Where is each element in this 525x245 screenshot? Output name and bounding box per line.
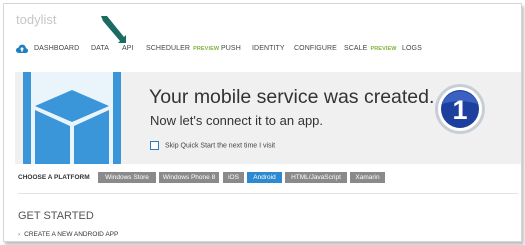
platform-label: CHOOSE A PLATFORM [18,174,90,181]
mobile-phone-illustration [23,72,121,164]
top-nav: DASHBOARD DATA API SCHEDULER PREVIEW PUSH… [4,40,521,60]
nav-configure[interactable]: CONFIGURE [294,45,337,52]
nav-logs[interactable]: LOGS [402,45,422,52]
preview-badge: PREVIEW [370,46,397,52]
platform-html-javascript[interactable]: HTML/JavaScript [285,172,347,183]
skip-label: Skip Quick Start the next time I visit [165,142,276,150]
skip-checkbox[interactable] [150,141,159,150]
step-number-badge: 1 [435,84,485,134]
section-divider [18,193,518,194]
create-android-app-link[interactable]: › CREATE A NEW ANDROID APP [18,231,118,238]
nav-scale[interactable]: SCALE PREVIEW [344,45,397,52]
nav-scheduler[interactable]: SCHEDULER PREVIEW [146,45,219,52]
chevron-right-icon: › [18,231,21,238]
nav-push[interactable]: PUSH [221,45,241,52]
platform-ios[interactable]: iOS [223,172,244,183]
platform-android[interactable]: Android [247,172,282,183]
platform-xamarin[interactable]: Xamarin [350,172,385,183]
preview-badge: PREVIEW [193,46,220,52]
banner-subtitle: Now let's connect it to an app. [150,113,324,128]
nav-api[interactable]: API [122,45,134,52]
platform-windows-phone-8[interactable]: Windows Phone 8 [159,172,219,183]
portal-frame: todylist DASHBOARD DATA API SCHEDULER PRE… [3,3,522,242]
nav-data[interactable]: DATA [91,45,109,52]
cloud-upload-icon[interactable] [16,44,28,54]
quickstart-banner: Your mobile service was created. Now let… [15,72,521,164]
skip-quickstart[interactable]: Skip Quick Start the next time I visit [150,141,275,150]
nav-dashboard[interactable]: DASHBOARD [34,45,79,52]
step-number: 1 [452,95,467,125]
nav-identity[interactable]: IDENTITY [252,45,285,52]
platform-windows-store[interactable]: Windows Store [98,172,156,183]
banner-title: Your mobile service was created. [149,86,435,108]
service-name: todylist [16,12,57,27]
get-started-heading: GET STARTED [18,210,94,222]
